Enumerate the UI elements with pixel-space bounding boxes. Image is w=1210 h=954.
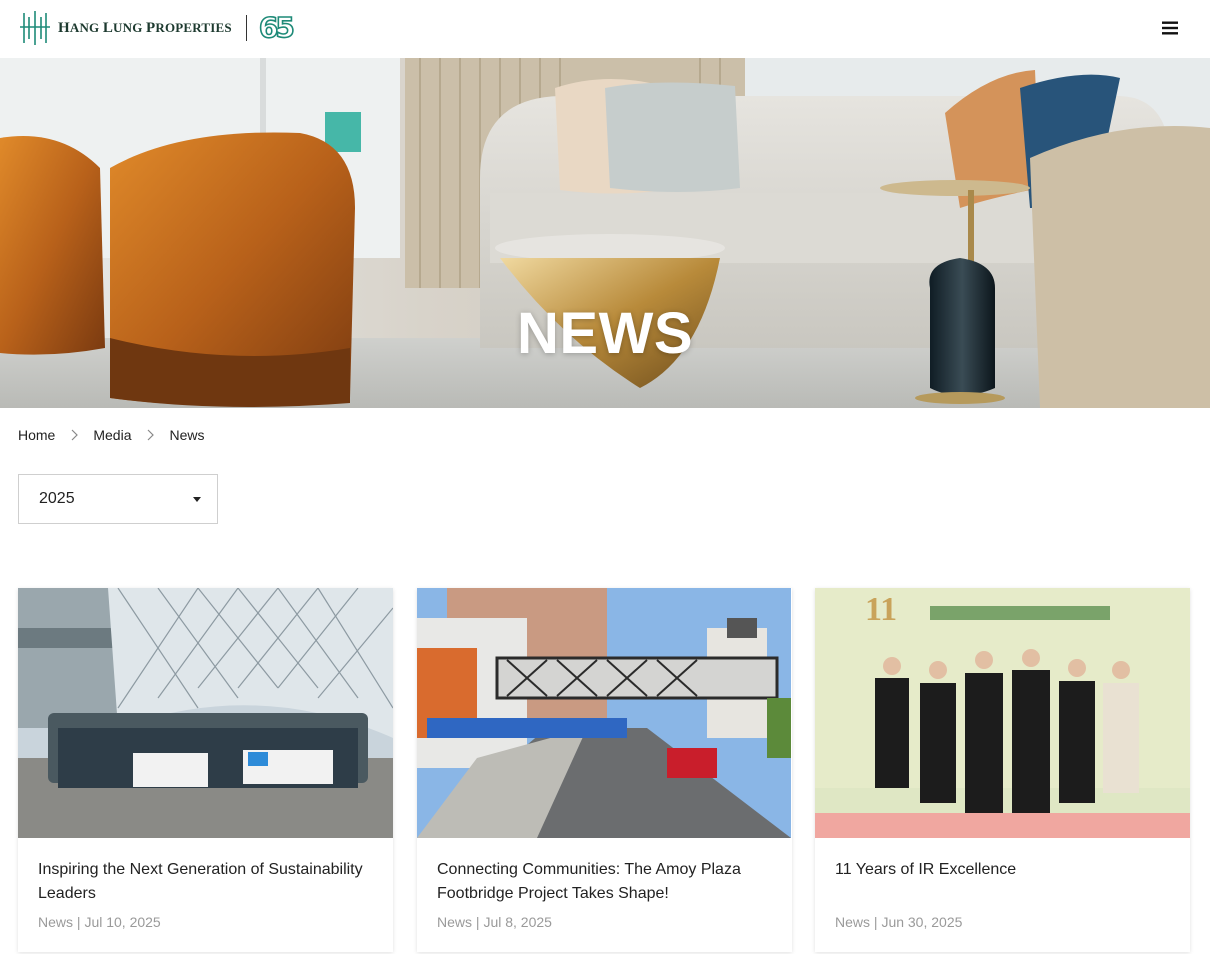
caret-down-icon: [193, 497, 201, 502]
news-card-title: Inspiring the Next Generation of Sustain…: [38, 861, 363, 902]
news-card-meta: News | Jul 10, 2025: [38, 914, 161, 930]
hang-lung-logo-mark-icon: [20, 11, 50, 45]
news-card-meta: News | Jun 30, 2025: [835, 914, 963, 930]
news-card-title: Connecting Communities: The Amoy Plaza F…: [437, 861, 741, 902]
news-card[interactable]: 11 11 Years of IR Excellence News | Jun …: [815, 588, 1190, 952]
breadcrumb: Home Media News: [18, 427, 205, 443]
breadcrumb-news: News: [169, 427, 205, 443]
chevron-right-icon: [69, 429, 79, 441]
news-card-image: [417, 588, 792, 838]
news-card-category: News: [835, 914, 871, 930]
news-card-meta: News | Jul 8, 2025: [437, 914, 552, 930]
news-card-image: 11: [815, 588, 1190, 838]
news-card-category: News: [38, 914, 74, 930]
hamburger-menu-icon: [1162, 21, 1178, 35]
hamburger-menu-button[interactable]: [1158, 16, 1182, 40]
chevron-right-icon: [146, 429, 156, 441]
hang-lung-logo[interactable]: HANG LUNG PROPERTIES 65: [18, 8, 296, 48]
news-card-date: Jun 30, 2025: [881, 914, 963, 930]
svg-text:11: 11: [865, 591, 897, 628]
news-card-date: Jul 10, 2025: [84, 914, 161, 930]
news-card-date: Jul 8, 2025: [483, 914, 552, 930]
breadcrumb-home[interactable]: Home: [18, 427, 55, 443]
anniversary-65-logo: 65: [258, 11, 296, 44]
page-title: NEWS: [517, 301, 693, 366]
breadcrumb-media[interactable]: Media: [93, 427, 131, 443]
news-card[interactable]: Inspiring the Next Generation of Sustain…: [18, 588, 393, 952]
news-card[interactable]: Connecting Communities: The Amoy Plaza F…: [417, 588, 792, 952]
logo-divider: [245, 15, 247, 41]
news-card-title: 11 Years of IR Excellence: [835, 861, 1017, 878]
site-header: HANG LUNG PROPERTIES 65: [0, 0, 1210, 58]
hero-banner: NEWS: [0, 58, 1210, 408]
year-select-dropdown[interactable]: 2025: [18, 474, 218, 524]
year-select-value: 2025: [39, 490, 75, 507]
news-card-category: News: [437, 914, 473, 930]
brand-name: HANG LUNG PROPERTIES: [58, 19, 232, 36]
news-card-image: [18, 588, 393, 838]
